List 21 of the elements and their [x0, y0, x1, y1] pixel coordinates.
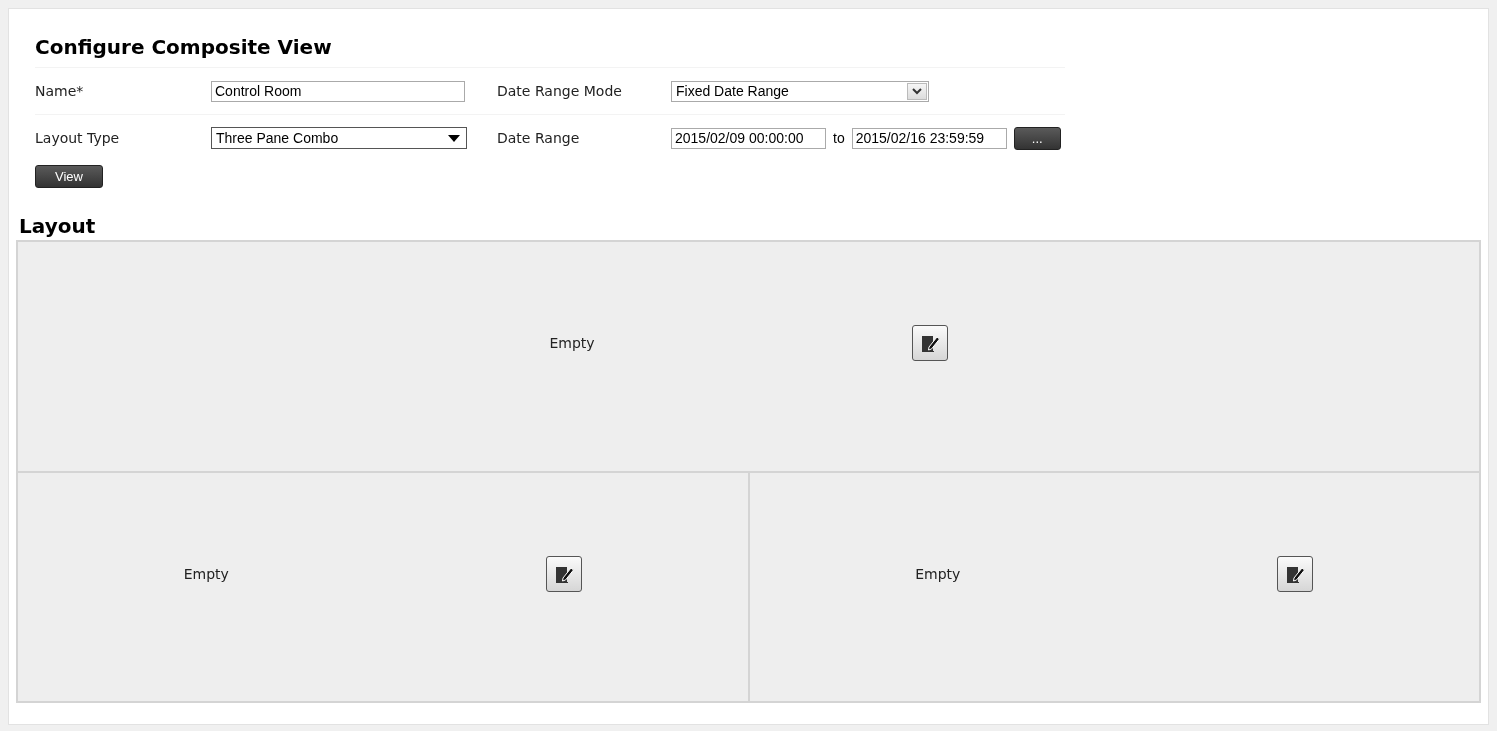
field-label: Name*: [35, 83, 85, 99]
to-label: to: [833, 130, 845, 146]
name-input[interactable]: Control Room: [211, 80, 465, 102]
layout-heading: Layout: [19, 214, 97, 238]
start-date-input[interactable]: 2015/02/09 00:00:00: [671, 127, 826, 149]
pane-label: Empty: [183, 565, 229, 582]
edit-button[interactable]: [545, 555, 582, 592]
field-label: Date Range: [497, 130, 581, 146]
page-title: Configure Composite View: [35, 35, 333, 59]
end-date-input[interactable]: 2015/02/16 23:59:59: [851, 127, 1007, 149]
field-label: Date Range Mode: [497, 83, 623, 99]
view-button[interactable]: View: [35, 165, 103, 188]
chevron-down-icon: [912, 87, 922, 95]
edit-button[interactable]: [911, 325, 948, 362]
pane-label: Empty: [549, 335, 595, 352]
date-range-mode-select[interactable]: Fixed Date Range: [671, 80, 929, 102]
pane-label: Empty: [915, 565, 961, 582]
date-picker-button[interactable]: ...: [1013, 126, 1061, 150]
layout-type-select[interactable]: Three Pane Combo: [211, 127, 467, 149]
edit-button[interactable]: [1277, 555, 1314, 592]
field-label: Layout Type: [35, 130, 121, 146]
